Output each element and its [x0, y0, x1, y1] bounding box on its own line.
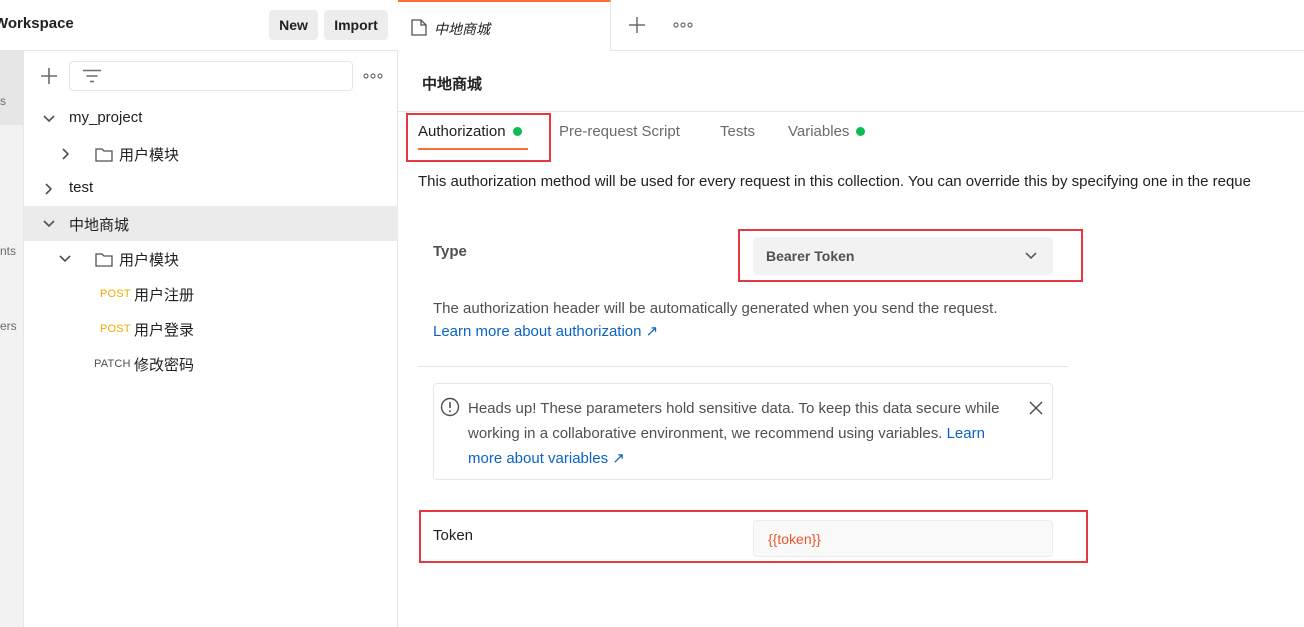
subtab-pre-request-script[interactable]: Pre-request Script: [559, 123, 680, 140]
subtab-tests[interactable]: Tests: [720, 123, 755, 140]
chevron-right-icon[interactable]: [42, 182, 56, 196]
method-badge: POST: [100, 288, 131, 300]
rail-label-environments[interactable]: nts: [0, 244, 16, 258]
auth-type-value: Bearer Token: [766, 248, 855, 264]
tab-bar: 中地商城: [398, 0, 1304, 51]
auth-type-select[interactable]: Bearer Token: [753, 237, 1053, 275]
app-window: Workspace New Import s nts ers my_projec…: [0, 0, 1304, 627]
divider: [398, 111, 1304, 112]
request-item[interactable]: PATCH 修改密码: [24, 346, 398, 381]
rail-label-collections: s: [0, 94, 6, 108]
more-options-icon[interactable]: [362, 69, 384, 83]
tab-label: 中地商城: [434, 21, 490, 37]
chevron-down-icon: [1025, 251, 1037, 261]
method-badge: POST: [100, 323, 131, 335]
highlight-box-authorization: [406, 113, 551, 162]
chevron-down-icon[interactable]: [42, 112, 56, 126]
chevron-right-icon[interactable]: [59, 147, 73, 161]
folder-icon: [94, 145, 114, 163]
tree-item-test[interactable]: test: [24, 171, 398, 206]
auth-help: The authorization header will be automat…: [433, 300, 998, 340]
token-label: Token: [433, 527, 474, 544]
tree-item-folder[interactable]: 用户模块: [24, 241, 398, 276]
sensitive-data-alert: Heads up! These parameters hold sensitiv…: [433, 383, 1053, 480]
method-badge: PATCH: [94, 358, 131, 370]
learn-more-authorization-link[interactable]: Learn more about authorization ↗: [433, 322, 998, 340]
tree-item-folder[interactable]: 用户模块: [24, 136, 398, 171]
tree-item-label: my_project: [69, 109, 143, 126]
workspace-title: Workspace: [0, 15, 74, 32]
alert-message: Heads up! These parameters hold sensitiv…: [468, 396, 1008, 471]
tab-collection[interactable]: 中地商城: [398, 0, 611, 51]
folder-icon: [94, 250, 114, 268]
request-item[interactable]: POST 用户注册: [24, 276, 398, 311]
chevron-down-icon[interactable]: [58, 252, 72, 266]
subtab-variables[interactable]: Variables: [788, 123, 866, 140]
tree-item-label: test: [69, 179, 94, 196]
request-label: 修改密码: [134, 357, 195, 374]
collection-tab-icon: [410, 18, 428, 36]
request-item[interactable]: POST 用户登录: [24, 311, 398, 346]
token-input[interactable]: {{token}}: [753, 520, 1053, 557]
rail-label-servers[interactable]: ers: [0, 319, 17, 333]
new-tab-plus-icon[interactable]: [628, 16, 646, 34]
alert-info-icon: [440, 397, 460, 417]
filter-icon[interactable]: [82, 68, 102, 84]
subtab-label: Pre-request Script: [559, 123, 680, 140]
more-tabs-icon[interactable]: [672, 20, 694, 30]
filter-input[interactable]: [69, 61, 353, 91]
alert-text: Heads up! These parameters hold sensitiv…: [468, 400, 1000, 442]
rail-item-collections[interactable]: s: [0, 51, 24, 125]
auth-help-text: The authorization header will be automat…: [433, 300, 998, 317]
tree-item-my-project[interactable]: my_project: [24, 101, 398, 136]
tree-item-label: 用户模块: [119, 147, 180, 164]
request-label: 用户注册: [134, 287, 195, 304]
import-button[interactable]: Import: [324, 10, 388, 40]
request-label: 用户登录: [134, 322, 195, 339]
collections-sidebar: my_project 用户模块 test 中地商城 用户模块 POST 用户注册…: [24, 51, 398, 627]
close-icon[interactable]: [1028, 400, 1044, 416]
subtab-label: Tests: [720, 123, 756, 140]
sidebar-toolbar: [24, 51, 398, 101]
auth-description: This authorization method will be used f…: [418, 173, 1251, 190]
subtab-label: Variables: [788, 123, 850, 140]
collection-title: 中地商城: [422, 76, 483, 93]
variables-indicator-dot: [856, 127, 866, 136]
type-label: Type: [433, 243, 467, 260]
collection-editor: 中地商城 Authorization Pre-request Script Te…: [398, 51, 1304, 627]
tree-item-collection-selected[interactable]: 中地商城: [24, 206, 398, 241]
section-divider: [418, 366, 1068, 367]
tree-item-label: 用户模块: [119, 252, 180, 269]
left-rail: s nts ers: [0, 51, 24, 627]
token-value: {{token}}: [768, 531, 821, 547]
workspace-header: Workspace New Import: [0, 0, 398, 51]
plus-icon[interactable]: [39, 66, 59, 86]
new-button[interactable]: New: [269, 10, 318, 40]
tree-item-label: 中地商城: [69, 217, 130, 234]
chevron-down-icon[interactable]: [42, 217, 56, 231]
